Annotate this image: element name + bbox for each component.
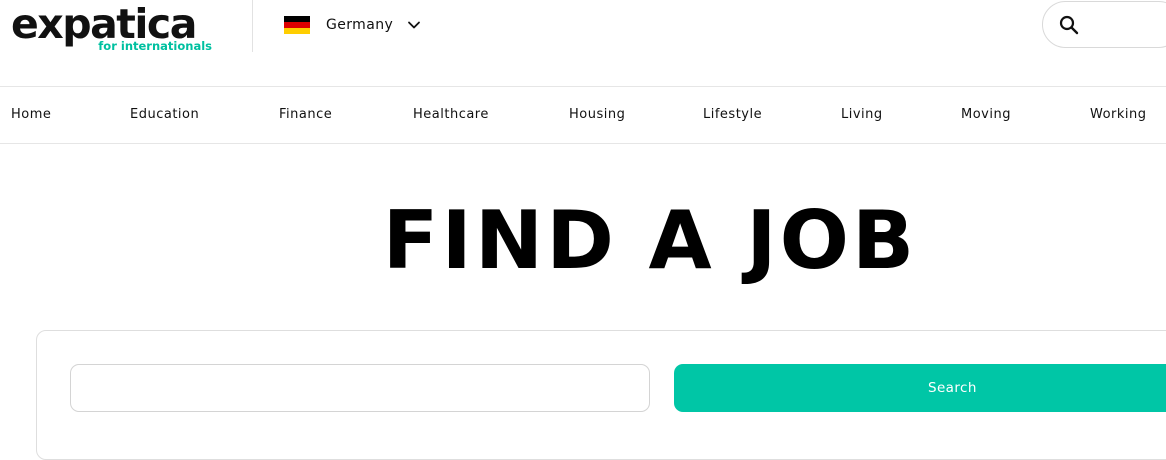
chevron-down-icon	[408, 21, 421, 29]
germany-flag-icon	[284, 16, 310, 34]
nav-item-living[interactable]: Living	[841, 87, 883, 143]
expatica-logo[interactable]: expatica for internationals	[11, 0, 216, 56]
job-search-card: Search	[36, 330, 1166, 460]
nav-item-working[interactable]: Working	[1090, 87, 1147, 143]
site-header: expatica for internationals Germany	[0, 0, 1166, 86]
nav-item-education[interactable]: Education	[130, 87, 199, 143]
header-divider	[252, 0, 253, 52]
nav-item-lifestyle[interactable]: Lifestyle	[703, 87, 762, 143]
country-selector[interactable]: Germany	[284, 8, 421, 42]
search-icon	[1059, 15, 1079, 34]
job-search-input[interactable]	[70, 364, 650, 412]
main-navigation: Home Education Finance Healthcare Housin…	[0, 86, 1166, 144]
logo-tagline: for internationals	[98, 39, 212, 53]
site-search-box[interactable]	[1042, 1, 1166, 48]
job-search-button[interactable]: Search	[674, 364, 1166, 412]
nav-item-moving[interactable]: Moving	[961, 87, 1011, 143]
page-title: FIND A JOB	[382, 194, 918, 287]
nav-item-housing[interactable]: Housing	[569, 87, 625, 143]
nav-item-finance[interactable]: Finance	[279, 87, 332, 143]
nav-item-home[interactable]: Home	[11, 87, 51, 143]
country-label: Germany	[326, 17, 394, 33]
nav-item-healthcare[interactable]: Healthcare	[413, 87, 489, 143]
